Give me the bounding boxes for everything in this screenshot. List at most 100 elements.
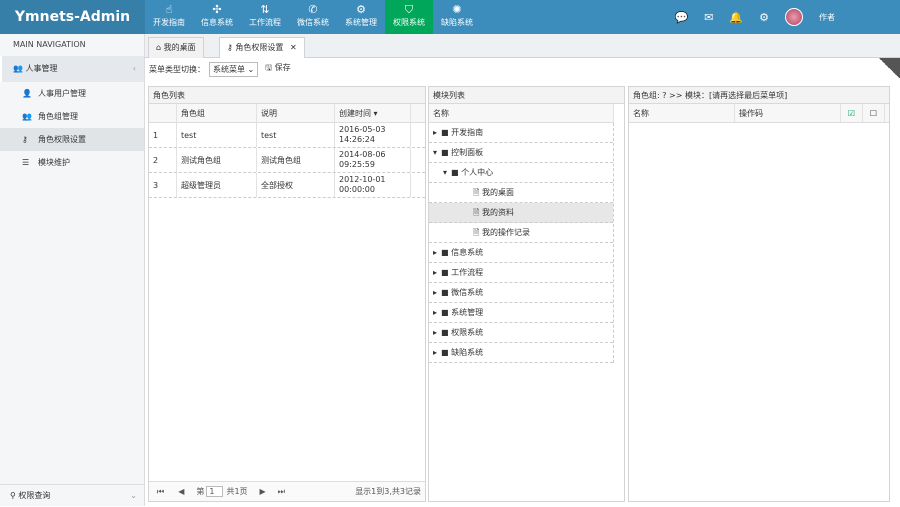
tree-node[interactable]: ▸■ 开发指南	[429, 123, 613, 143]
cell-desc: 全部授权	[257, 173, 335, 197]
sidebar-item-label: 角色组管理	[38, 112, 78, 121]
modules-panel: 模块列表 名称 ▸■ 开发指南▾■ 控制面板▾■ 个人中心🗎 我的桌面🗎 我的资…	[428, 86, 625, 502]
caret-right-icon[interactable]: ▸	[433, 243, 441, 263]
col-header[interactable]: 角色组	[177, 104, 257, 122]
chat-icon[interactable]: 💬	[675, 11, 689, 24]
col-header[interactable]: 名称	[429, 104, 614, 122]
prev-page-icon[interactable]: ◀	[178, 487, 184, 496]
save-icon: 🖫	[265, 63, 274, 72]
file-icon: 🗎	[473, 188, 482, 197]
save-button[interactable]: 🖫 保存	[262, 62, 290, 76]
tree-node[interactable]: ▾■ 个人中心	[429, 163, 613, 183]
page-input[interactable]: 1	[206, 486, 223, 497]
top-menu-item[interactable]: ⇅工作流程	[241, 0, 289, 34]
top-menu-label: 开发指南	[153, 18, 185, 27]
tree-node[interactable]: ▸■ 权限系统	[429, 323, 613, 343]
sidebar-item[interactable]: 👤人事用户管理	[0, 82, 144, 105]
tree-node[interactable]: ▾■ 控制面板	[429, 143, 613, 163]
file-icon: 🗎	[473, 228, 482, 237]
cell-time: 09:25:59	[339, 160, 375, 170]
caret-right-icon[interactable]: ▸	[433, 123, 441, 143]
caret-right-icon[interactable]: ▸	[433, 263, 441, 283]
tree-node-label: 工作流程	[451, 268, 483, 277]
tree-node[interactable]: ▸■ 系统管理	[429, 303, 613, 323]
sidebar-item[interactable]: ☰模块维护	[0, 151, 144, 174]
sidebar-item[interactable]: 👥角色组管理	[0, 105, 144, 128]
top-menu: ☝开发指南✣信息系统⇅工作流程✆微信系统⚙系统管理⛉权限系统✺缺陷系统	[145, 0, 481, 34]
last-page-icon[interactable]: ⏭	[278, 487, 285, 497]
col-label: 创建时间	[339, 104, 371, 123]
chevron-down-icon[interactable]: ⌄	[130, 485, 137, 507]
caret-down-icon[interactable]: ▾	[433, 143, 441, 163]
col-header-sorted[interactable]: 创建时间 ▾	[335, 104, 411, 122]
tab-role-permission[interactable]: ⚷ 角色权限设置 ✕	[219, 37, 305, 58]
tree-node-label: 我的桌面	[482, 188, 514, 197]
table-row[interactable]: 1 test test 2016-05-0314:26:24	[149, 123, 425, 148]
top-menu-item[interactable]: ✆微信系统	[289, 0, 337, 34]
tree-node-label: 权限系统	[451, 328, 483, 337]
col-header[interactable]: 名称	[629, 104, 735, 122]
tree-node[interactable]: 🗎 我的操作记录	[429, 223, 613, 243]
tree-node[interactable]: ▸■ 缺陷系统	[429, 343, 613, 363]
hand-pointer-icon: ☝	[145, 3, 193, 17]
avatar[interactable]	[785, 8, 803, 26]
top-menu-item[interactable]: ✣信息系统	[193, 0, 241, 34]
app-logo[interactable]: Ymnets-Admin	[0, 0, 145, 34]
tree-node-label: 我的资料	[482, 208, 514, 217]
envelope-icon[interactable]: ✉	[704, 11, 713, 24]
table-row[interactable]: 3 超级管理员 全部授权 2012-10-0100:00:00	[149, 173, 425, 198]
sidebar: MAIN NAVIGATION 👥 人事管理 ‹ 👤人事用户管理👥角色组管理⚷角…	[0, 34, 145, 506]
list-icon: ☰	[22, 151, 38, 174]
menu-type-select[interactable]: 系统菜单 ⌄	[209, 62, 258, 77]
users-icon: 👥	[13, 64, 26, 73]
toolbar: 菜单类型切换： 系统菜单 ⌄ 🖫 保存	[145, 58, 900, 80]
top-menu-item[interactable]: ⛉权限系统	[385, 0, 433, 34]
folder-icon: ■	[441, 268, 451, 277]
sidebar-group-label: 人事管理	[26, 64, 58, 73]
pager: ⏮ ◀ 第 1 共1页 ▶ ⏭ 显示1到3,共3记录	[149, 481, 425, 501]
tree-node[interactable]: ▸■ 微信系统	[429, 283, 613, 303]
uncheck-all-icon[interactable]: ☐	[863, 104, 885, 122]
top-menu-item[interactable]: ☝开发指南	[145, 0, 193, 34]
tab-desktop[interactable]: ⌂ 我的桌面	[148, 37, 204, 58]
cogs-icon[interactable]: ⚙	[759, 11, 769, 24]
sidebar-footer-item[interactable]: ⚲ 权限查询 ⌄	[0, 484, 145, 506]
tree-node[interactable]: ▸■ 信息系统	[429, 243, 613, 263]
cell-name: 测试角色组	[177, 148, 257, 172]
pager-summary: 显示1到3,共3记录	[355, 486, 421, 497]
total-pages: 共1页	[226, 486, 247, 497]
col-header[interactable]: 说明	[257, 104, 335, 122]
next-page-icon[interactable]: ▶	[260, 487, 266, 496]
corner-expand-icon[interactable]	[878, 58, 900, 78]
cell-name: test	[177, 123, 257, 147]
top-menu-label: 权限系统	[393, 18, 425, 27]
close-icon[interactable]: ✕	[290, 43, 297, 52]
caret-right-icon[interactable]: ▸	[433, 303, 441, 323]
caret-down-icon[interactable]: ▾	[443, 163, 451, 183]
caret-right-icon[interactable]: ▸	[433, 343, 441, 363]
tree-node-label: 信息系统	[451, 248, 483, 257]
user-name[interactable]: 作者	[819, 12, 835, 23]
top-menu-item[interactable]: ✺缺陷系统	[433, 0, 481, 34]
tab-label: 角色权限设置	[235, 43, 283, 52]
first-page-icon[interactable]: ⏮	[157, 487, 164, 497]
folder-icon: ■	[441, 348, 451, 357]
sidebar-header: MAIN NAVIGATION	[0, 34, 144, 56]
top-navbar: Ymnets-Admin ☝开发指南✣信息系统⇅工作流程✆微信系统⚙系统管理⛉权…	[0, 0, 900, 34]
table-row[interactable]: 2 测试角色组 测试角色组 2014-08-0609:25:59	[149, 148, 425, 173]
caret-right-icon[interactable]: ▸	[433, 323, 441, 343]
check-all-icon[interactable]: ☑	[841, 104, 863, 122]
col-header[interactable]: 操作码	[735, 104, 841, 122]
tree-node[interactable]: 🗎 我的资料	[429, 203, 613, 223]
caret-right-icon[interactable]: ▸	[433, 283, 441, 303]
bell-icon[interactable]: 🔔	[729, 11, 743, 24]
tree-node[interactable]: 🗎 我的桌面	[429, 183, 613, 203]
top-menu-item[interactable]: ⚙系统管理	[337, 0, 385, 34]
cell-time: 14:26:24	[339, 135, 375, 145]
tree-node[interactable]: ▸■ 工作流程	[429, 263, 613, 283]
sidebar-item[interactable]: ⚷角色权限设置	[0, 128, 144, 151]
folder-icon: ■	[441, 328, 451, 337]
sidebar-group[interactable]: 👥 人事管理 ‹	[0, 56, 144, 82]
folder-icon: ■	[441, 128, 451, 137]
top-right-toolbar: 💬 ✉ 🔔 ⚙ 作者	[675, 0, 900, 34]
